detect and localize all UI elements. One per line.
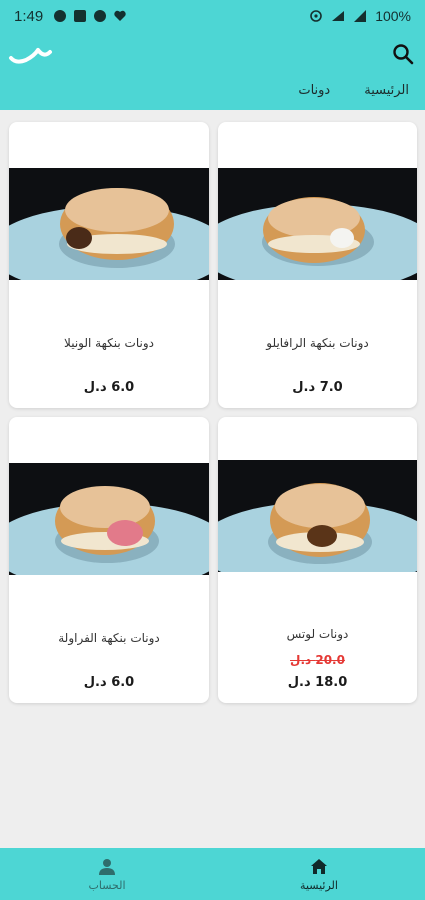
- status-bar: 1:49 100%: [0, 0, 425, 32]
- bottom-nav: الرئيسية الحساب: [0, 848, 425, 900]
- product-card[interactable]: دونات بنكهة الفراولة 6.0 د.ل: [9, 417, 209, 703]
- whatsapp-notification-icon: [94, 10, 107, 22]
- app-bar: الرئيسية دونات: [0, 32, 425, 110]
- product-image: [218, 168, 417, 280]
- app-notification-icon: [54, 10, 67, 22]
- nav-home-label: الرئيسية: [300, 879, 338, 892]
- heart-notification-icon: [114, 10, 126, 21]
- product-name: دونات بنكهة الفراولة: [58, 631, 160, 645]
- person-icon: [99, 859, 115, 875]
- hotspot-icon: [310, 10, 322, 22]
- brand-logo[interactable]: [8, 44, 54, 66]
- product-image: [218, 460, 417, 572]
- status-time: 1:49: [14, 7, 44, 25]
- battery-level: 100%: [375, 8, 411, 24]
- product-image: [9, 168, 209, 280]
- home-icon: [311, 859, 327, 874]
- product-price: 6.0 د.ل: [83, 675, 135, 690]
- nav-account[interactable]: الحساب: [62, 858, 152, 892]
- product-price: 18.0 د.ل: [287, 675, 348, 690]
- wifi-icon: [332, 11, 345, 21]
- tab-home[interactable]: الرئيسية: [356, 78, 417, 104]
- category-tabs: الرئيسية دونات: [0, 78, 425, 106]
- product-price: 7.0 د.ل: [292, 380, 343, 395]
- signal-icon: [354, 10, 367, 22]
- search-icon[interactable]: [391, 42, 415, 66]
- product-name: دونات بنكهة الونيلا: [64, 336, 154, 350]
- product-old-price: 20.0 د.ل: [290, 653, 345, 667]
- product-image: [9, 463, 209, 575]
- product-card[interactable]: دونات بنكهة الرافايلو 7.0 د.ل: [218, 122, 417, 408]
- nav-account-label: الحساب: [88, 879, 126, 892]
- image-notification-icon: [74, 10, 87, 22]
- system-icons: 100%: [309, 8, 411, 24]
- notification-icons: [53, 9, 127, 23]
- product-name: دونات لوتس: [286, 627, 349, 641]
- tab-donuts[interactable]: دونات: [290, 78, 338, 104]
- product-name: دونات بنكهة الرافايلو: [266, 336, 369, 350]
- product-card[interactable]: دونات بنكهة الونيلا 6.0 د.ل: [9, 122, 209, 408]
- product-price: 6.0 د.ل: [83, 380, 135, 395]
- nav-home[interactable]: الرئيسية: [274, 858, 364, 892]
- product-card[interactable]: دونات لوتس 20.0 د.ل 18.0 د.ل: [218, 417, 417, 703]
